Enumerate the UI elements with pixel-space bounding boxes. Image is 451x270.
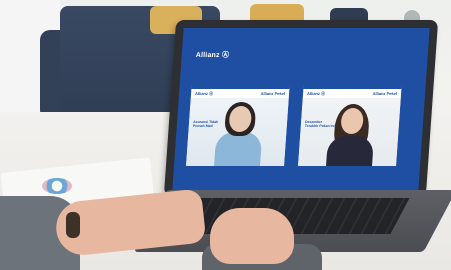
tile-right-label: Allianz Pekel [372,91,398,96]
tile-topbar [191,86,290,89]
participant-body [214,132,263,166]
video-tile: Allianz Ⓐ Allianz Pekel Desember Terakhi… [298,86,402,166]
tile-right-label: Allianz Pekel [260,91,286,96]
video-tile: Allianz Ⓐ Allianz Pekel Asuransi Tidak P… [186,86,290,166]
participant-body [326,136,375,166]
tile-brand: Allianz Ⓐ [194,91,214,96]
allianz-logo: Allianz Ⓐ [195,52,230,59]
photo-scene: Allianz Ⓐ Allianz Ⓐ Allianz Pekel Asuran… [0,0,451,270]
tile-brand: Allianz Ⓐ [306,91,326,96]
wristwatch [66,212,80,238]
tile-caption: Desember Terakhir Pekan Ini [304,120,335,128]
tile-caption: Asuransi Tidak Pernah Mati [192,120,219,128]
pie-chart-graphic [42,178,72,194]
laptop-screen: Allianz Ⓐ Allianz Ⓐ Allianz Pekel Asuran… [172,28,430,190]
right-hand [210,208,294,264]
tile-topbar [303,86,402,89]
